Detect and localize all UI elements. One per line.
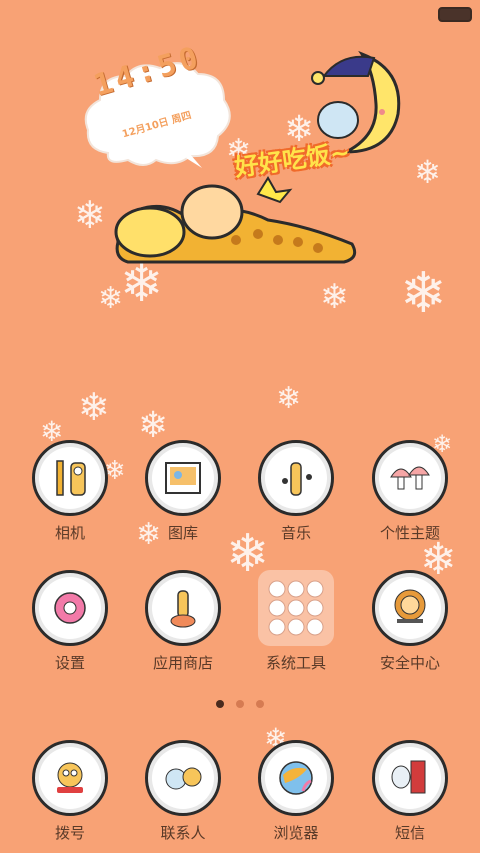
- app-gallery[interactable]: 图库: [133, 440, 233, 550]
- browser-globe-icon: [258, 740, 334, 816]
- snowflake-icon: ❄: [138, 405, 169, 446]
- snowflake-icon: ❄: [414, 153, 441, 191]
- snowflake-icon: ❄: [74, 193, 106, 237]
- app-system-tools[interactable]: 系统工具: [246, 570, 346, 680]
- gallery-photo-icon: [145, 440, 221, 516]
- app-label: 短信: [394, 824, 425, 842]
- app-label: 联系人: [160, 824, 206, 842]
- app-settings[interactable]: 设置: [20, 570, 120, 680]
- app-label: 应用商店: [152, 654, 213, 672]
- app-music[interactable]: 音乐: [246, 440, 346, 550]
- app-messages[interactable]: 短信: [360, 740, 460, 850]
- mushroom-theme-icon: [372, 440, 448, 516]
- app-label: 个性主题: [379, 524, 440, 542]
- camera-giraffe-icon: [32, 440, 108, 516]
- page-indicator[interactable]: [216, 700, 266, 710]
- snowflake-icon: ❄: [98, 281, 124, 316]
- app-label: 音乐: [280, 524, 311, 542]
- snowflake-icon: ❄: [320, 277, 349, 317]
- app-themes[interactable]: 个性主题: [360, 440, 460, 550]
- app-security[interactable]: 安全中心: [360, 570, 460, 680]
- giraffe-store-icon: [145, 570, 221, 646]
- mailbox-sms-icon: [372, 740, 448, 816]
- app-label: 拨号: [54, 824, 85, 842]
- contacts-friends-icon: [145, 740, 221, 816]
- snowflake-icon: ❄: [400, 261, 447, 326]
- page-dot-3[interactable]: [256, 700, 264, 708]
- phone-giraffe-icon: [32, 740, 108, 816]
- app-label: 设置: [54, 654, 85, 672]
- app-camera[interactable]: 相机: [20, 440, 120, 550]
- sleeping-giraffes-illustration: [114, 176, 357, 264]
- music-giraffe-icon: [258, 440, 334, 516]
- snowflake-icon: ❄: [276, 381, 302, 416]
- tools-folder-icon: [258, 570, 334, 646]
- snowflake-icon: ❄: [78, 385, 110, 429]
- app-label: 安全中心: [379, 654, 440, 672]
- app-label: 系统工具: [265, 654, 326, 672]
- page-dot-2[interactable]: [236, 700, 244, 708]
- lion-security-icon: [372, 570, 448, 646]
- app-label: 相机: [54, 524, 85, 542]
- app-phone[interactable]: 拨号: [20, 740, 120, 850]
- app-label: 浏览器: [273, 824, 319, 842]
- app-contacts[interactable]: 联系人: [133, 740, 233, 850]
- app-label: 图库: [167, 524, 198, 542]
- gear-settings-icon: [32, 570, 108, 646]
- page-dot-1[interactable]: [216, 700, 224, 708]
- app-store[interactable]: 应用商店: [133, 570, 233, 680]
- battery-icon: [438, 7, 472, 22]
- app-browser[interactable]: 浏览器: [246, 740, 346, 850]
